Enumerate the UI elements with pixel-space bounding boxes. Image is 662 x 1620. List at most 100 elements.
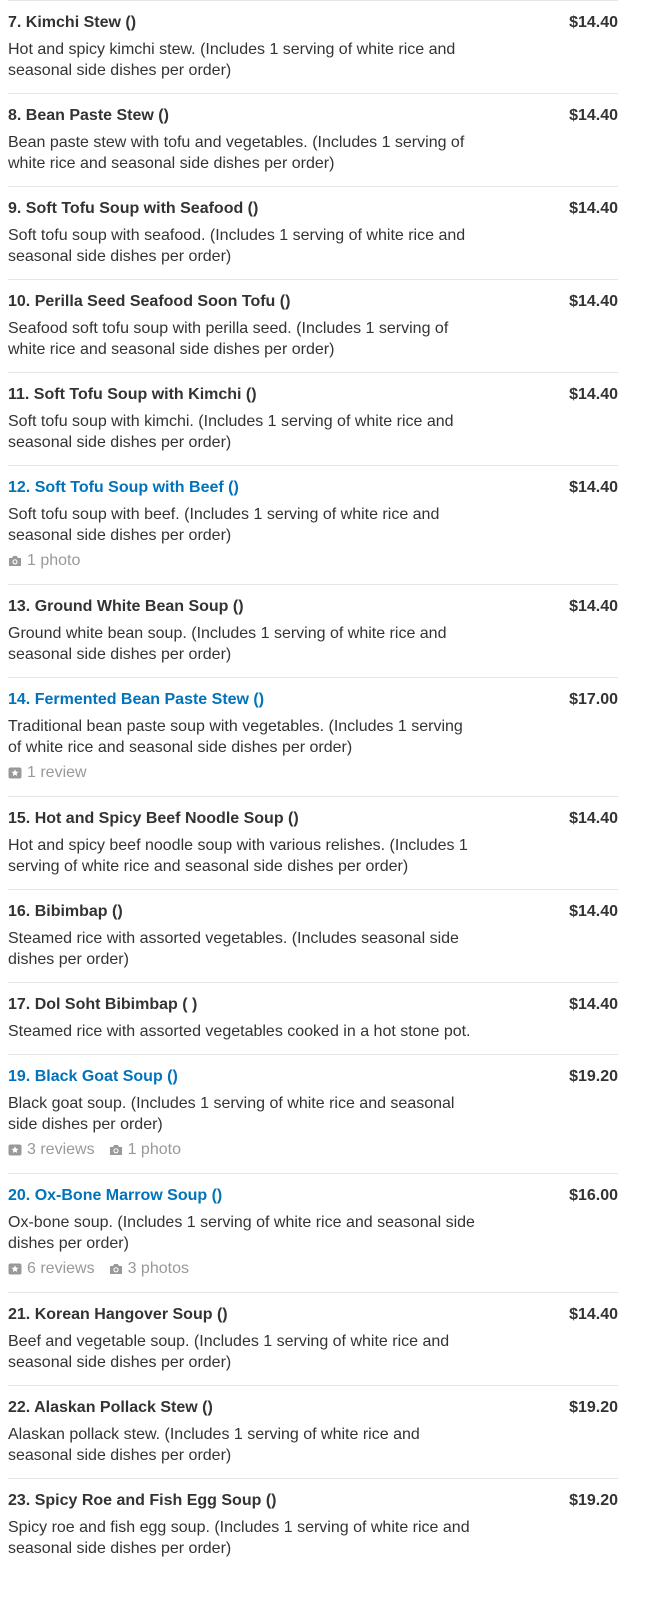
reviews-link[interactable]: 3 reviews: [8, 1139, 95, 1161]
menu-item-header: 20. Ox-Bone Marrow Soup () $16.00: [8, 1185, 618, 1206]
menu-item-description: Soft tofu soup with beef. (Includes 1 se…: [8, 506, 440, 544]
menu-item-description: Traditional bean paste soup with vegetab…: [8, 718, 463, 756]
menu-item-name: 17. Dol Soht Bibimbap ( ): [8, 996, 198, 1013]
photos-link[interactable]: 3 photos: [109, 1258, 189, 1280]
menu-item: 19. Black Goat Soup () $19.20 Black goat s…: [8, 1054, 618, 1173]
menu-item-header: 14. Fermented Bean Paste Stew () $17.00: [8, 689, 618, 710]
review-star-icon: [8, 1258, 27, 1280]
menu-item-header: 11. Soft Tofu Soup with Kimchi () $14.40: [8, 384, 618, 405]
menu-item-price: $14.40: [569, 810, 618, 827]
menu-item: 23. Spicy Roe and Fish Egg Soup () $19.20…: [8, 1478, 618, 1571]
menu-item-description: Steamed rice with assorted vegetables co…: [8, 1023, 471, 1040]
menu-item-header: 7. Kimchi Stew () $14.40: [8, 12, 618, 33]
menu-item-meta: 6 reviews 3 photos: [8, 1258, 618, 1280]
menu-item-description: Seafood soft tofu soup with perilla seed…: [8, 320, 449, 358]
camera-icon: [109, 1139, 128, 1161]
menu-item-name: 15. Hot and Spicy Beef Noodle Soup (): [8, 810, 299, 827]
menu-item-price: $14.40: [569, 293, 618, 310]
menu-item-header: 21. Korean Hangover Soup () $14.40: [8, 1304, 618, 1325]
menu-item: 13. Ground White Bean Soup () $14.40 Groun…: [8, 584, 618, 677]
menu-item-description: Ox-bone soup. (Includes 1 serving of whi…: [8, 1214, 475, 1252]
menu-item: 9. Soft Tofu Soup with Seafood () $14.40 S…: [8, 186, 618, 279]
menu-item-description: Soft tofu soup with seafood. (Includes 1…: [8, 227, 466, 265]
menu-item-meta: 1 review: [8, 762, 618, 784]
menu-item: 17. Dol Soht Bibimbap ( ) $14.40 Steamed r…: [8, 982, 618, 1054]
menu-item-header: 15. Hot and Spicy Beef Noodle Soup () $14…: [8, 808, 618, 829]
menu-item-name: 8. Bean Paste Stew (): [8, 107, 169, 124]
menu-item-header: 17. Dol Soht Bibimbap ( ) $14.40: [8, 994, 618, 1015]
menu-item-meta: 3 reviews 1 photo: [8, 1139, 618, 1161]
camera-icon: [8, 550, 27, 572]
menu-item-description: Alaskan pollack stew. (Includes 1 servin…: [8, 1426, 420, 1464]
menu-item-description: Soft tofu soup with kimchi. (Includes 1 …: [8, 413, 454, 451]
reviews-link[interactable]: 6 reviews: [8, 1258, 95, 1280]
menu-item-header: 19. Black Goat Soup () $19.20: [8, 1066, 618, 1087]
menu-item-name: 13. Ground White Bean Soup (): [8, 598, 244, 615]
photos-count: 3 photos: [127, 1260, 189, 1277]
menu-item-price: $14.40: [569, 996, 618, 1013]
menu-item-price: $17.00: [569, 691, 618, 708]
menu-item-header: 22. Alaskan Pollack Stew () $19.20: [8, 1397, 618, 1418]
reviews-count: 1 review: [27, 764, 87, 781]
menu-section: 7. Kimchi Stew () $14.40 Hot and spicy kim…: [0, 0, 662, 1571]
menu-item-name-link[interactable]: 19. Black Goat Soup (): [8, 1066, 178, 1087]
menu-item-header: 10. Perilla Seed Seafood Soon Tofu () $14…: [8, 291, 618, 312]
menu-item-name-link[interactable]: 12. Soft Tofu Soup with Beef (): [8, 477, 239, 498]
menu-item-description: Bean paste stew with tofu and vegetables…: [8, 134, 465, 172]
menu-item-price: $19.20: [569, 1399, 618, 1416]
menu-item-name: 10. Perilla Seed Seafood Soon Tofu (): [8, 293, 291, 310]
menu-item: 15. Hot and Spicy Beef Noodle Soup () $14…: [8, 796, 618, 889]
menu-item-price: $14.40: [569, 903, 618, 920]
menu-item-header: 23. Spicy Roe and Fish Egg Soup () $19.20: [8, 1490, 618, 1511]
menu-item: 11. Soft Tofu Soup with Kimchi () $14.40 S…: [8, 372, 618, 465]
menu-item-name: 21. Korean Hangover Soup (): [8, 1306, 228, 1323]
menu-item: 10. Perilla Seed Seafood Soon Tofu () $14…: [8, 279, 618, 372]
menu-item-price: $14.40: [569, 200, 618, 217]
reviews-link[interactable]: 1 review: [8, 762, 87, 784]
menu-item: 20. Ox-Bone Marrow Soup () $16.00 Ox-bone …: [8, 1173, 618, 1292]
reviews-count: 3 reviews: [27, 1141, 95, 1158]
menu-item-description: Spicy roe and fish egg soup. (Includes 1…: [8, 1519, 470, 1557]
menu-item: 14. Fermented Bean Paste Stew () $17.00 Tr…: [8, 677, 618, 796]
menu-item-name: 11. Soft Tofu Soup with Kimchi (): [8, 386, 257, 403]
menu-item-header: 13. Ground White Bean Soup () $14.40: [8, 596, 618, 617]
menu-item: 7. Kimchi Stew () $14.40 Hot and spicy kim…: [8, 0, 618, 93]
menu-item-price: $19.20: [569, 1068, 618, 1085]
menu-item-name-link[interactable]: 20. Ox-Bone Marrow Soup (): [8, 1185, 222, 1206]
menu-item-price: $14.40: [569, 14, 618, 31]
menu-item: 22. Alaskan Pollack Stew () $19.20 Alaskan…: [8, 1385, 618, 1478]
menu-item-description: Ground white bean soup. (Includes 1 serv…: [8, 625, 447, 663]
menu-item-header: 8. Bean Paste Stew () $14.40: [8, 105, 618, 126]
photos-count: 1 photo: [127, 1141, 181, 1158]
camera-icon: [109, 1258, 128, 1280]
menu-item: 8. Bean Paste Stew () $14.40 Bean paste st…: [8, 93, 618, 186]
menu-item-header: 9. Soft Tofu Soup with Seafood () $14.40: [8, 198, 618, 219]
menu-item-price: $14.40: [569, 479, 618, 496]
photos-count: 1 photo: [27, 552, 81, 569]
menu-item-description: Beef and vegetable soup. (Includes 1 ser…: [8, 1333, 450, 1371]
menu-item-meta: 1 photo: [8, 550, 618, 572]
menu-item-price: $14.40: [569, 598, 618, 615]
menu-item-name: 23. Spicy Roe and Fish Egg Soup (): [8, 1492, 277, 1509]
menu-item: 21. Korean Hangover Soup () $14.40 Beef an…: [8, 1292, 618, 1385]
menu-item-description: Hot and spicy beef noodle soup with vari…: [8, 837, 468, 875]
menu-item: 16. Bibimbap () $14.40 Steamed rice with a…: [8, 889, 618, 982]
menu-item-name: 7. Kimchi Stew (): [8, 14, 137, 31]
menu-item-price: $16.00: [569, 1187, 618, 1204]
menu-item-price: $14.40: [569, 386, 618, 403]
menu-item-name: 16. Bibimbap (): [8, 903, 123, 920]
menu-item-name: 9. Soft Tofu Soup with Seafood (): [8, 200, 259, 217]
photos-link[interactable]: 1 photo: [8, 550, 80, 572]
review-star-icon: [8, 1139, 27, 1161]
menu-item-price: $14.40: [569, 107, 618, 124]
menu-item-description: Steamed rice with assorted vegetables. (…: [8, 930, 459, 968]
menu-item: 12. Soft Tofu Soup with Beef () $14.40 Sof…: [8, 465, 618, 584]
menu-item-price: $19.20: [569, 1492, 618, 1509]
menu-item-header: 12. Soft Tofu Soup with Beef () $14.40: [8, 477, 618, 498]
photos-link[interactable]: 1 photo: [109, 1139, 181, 1161]
menu-item-name: 22. Alaskan Pollack Stew (): [8, 1399, 213, 1416]
menu-item-description: Black goat soup. (Includes 1 serving of …: [8, 1095, 455, 1133]
review-star-icon: [8, 762, 27, 784]
menu-item-name-link[interactable]: 14. Fermented Bean Paste Stew (): [8, 689, 264, 710]
menu-item-header: 16. Bibimbap () $14.40: [8, 901, 618, 922]
